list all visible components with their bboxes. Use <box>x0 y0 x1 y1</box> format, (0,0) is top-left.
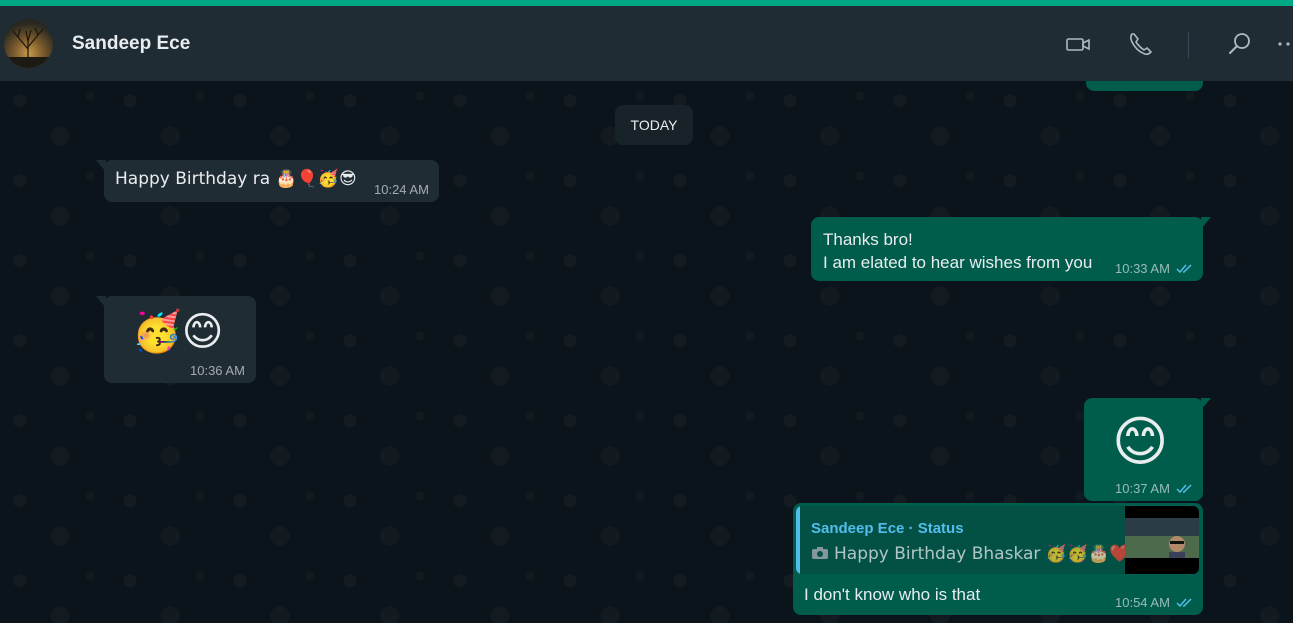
incoming-message[interactable]: 🥳😊 10:36 AM <box>96 296 256 383</box>
outgoing-message[interactable]: 😊 10:37 AM <box>1084 398 1211 501</box>
message-text: Happy Birthday ra 🎂🎈🥳😎 <box>115 169 357 189</box>
header-divider <box>1188 32 1189 58</box>
bubble-tail <box>1201 217 1211 229</box>
message-time: 10:24 AM <box>374 182 429 197</box>
quote-bar <box>796 506 800 574</box>
message-emoji: 🥳😊 <box>132 309 224 355</box>
message-list[interactable]: TODAY Happy Birthday ra 🎂🎈🥳😎 10:24 AM Th… <box>0 81 1293 623</box>
message-time: 10:33 AM <box>1115 261 1170 276</box>
camera-icon <box>812 547 828 559</box>
quoted-status[interactable]: Sandeep Ece · Status Happy Birthday Bhas… <box>796 506 1199 574</box>
contact-name[interactable]: Sandeep Ece <box>72 33 190 55</box>
message-time: 10:54 AM <box>1115 595 1170 610</box>
bubble-tail <box>96 160 106 172</box>
incoming-message[interactable]: Happy Birthday ra 🎂🎈🥳😎 10:24 AM <box>96 160 439 202</box>
quote-author: Sandeep Ece · Status <box>811 520 964 537</box>
chat-header: Sandeep Ece <box>0 6 1293 81</box>
day-separator: TODAY <box>615 105 693 145</box>
outgoing-reply-message[interactable]: Sandeep Ece · Status Happy Birthday Bhas… <box>793 503 1203 615</box>
video-call-icon[interactable] <box>1064 30 1092 58</box>
read-ticks-icon <box>1176 598 1192 608</box>
message-text: I don't know who is that <box>804 585 981 604</box>
outgoing-message[interactable]: Thanks bro! I am elated to hear wishes f… <box>811 217 1211 281</box>
message-line: I am elated to hear wishes from you <box>823 253 1093 272</box>
search-icon[interactable] <box>1226 30 1254 58</box>
bubble-tail <box>1201 398 1211 410</box>
bubble-tail <box>96 296 106 308</box>
quote-text: Happy Birthday Bhaskar 🥳🥳🎂❤️ <box>834 544 1131 564</box>
message-line: Thanks bro! <box>823 230 913 249</box>
message-emoji: 😊 <box>1112 410 1169 473</box>
previous-message-bubble <box>1086 81 1203 91</box>
menu-icon[interactable] <box>1274 30 1293 58</box>
voice-call-icon[interactable] <box>1126 30 1154 58</box>
read-ticks-icon <box>1176 484 1192 494</box>
status-thumbnail <box>1125 506 1199 574</box>
message-time: 10:36 AM <box>190 363 245 378</box>
read-ticks-icon <box>1176 264 1192 274</box>
message-time: 10:37 AM <box>1115 481 1170 496</box>
avatar[interactable] <box>4 19 53 68</box>
